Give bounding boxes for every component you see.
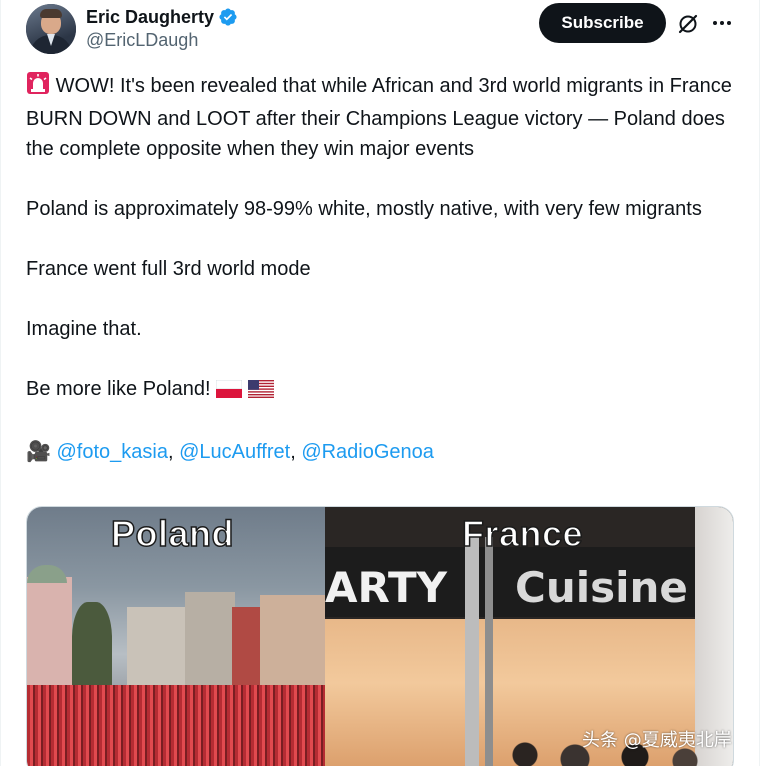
mention-link[interactable]: @foto_kasia — [56, 441, 167, 463]
video-camera-icon: 🎥 — [26, 441, 51, 463]
watermark: 头条 @夏威夷北岸 — [582, 730, 732, 751]
usa-flag-icon — [247, 377, 274, 407]
author-display-name[interactable]: Eric Daugherty — [86, 7, 214, 28]
author-handle[interactable]: @EricLDaugh — [86, 30, 198, 51]
more-icon[interactable] — [711, 12, 733, 34]
tweet-line-3: France went full 3rd world mode — [26, 258, 311, 280]
poland-flag-icon — [215, 377, 243, 407]
media-panel-poland: Poland — [27, 507, 325, 766]
subscribe-button[interactable]: Subscribe — [539, 3, 666, 43]
grok-icon[interactable] — [677, 13, 699, 35]
mention-link[interactable]: @RadioGenoa — [301, 441, 434, 463]
tweet-paragraph-5: Be more like Poland! — [26, 374, 741, 407]
tweet-line-5: Be more like Poland! — [26, 378, 211, 400]
mention-separator: , — [290, 441, 302, 463]
storefront-sign-left: ARTY — [325, 563, 448, 612]
verified-badge-icon — [218, 7, 238, 27]
mention-separator: , — [167, 441, 180, 463]
author-name-row[interactable]: Eric Daugherty — [86, 5, 238, 29]
tweet-text: WOW! It's been revealed that while Afric… — [26, 71, 741, 467]
tweet-paragraph-1: WOW! It's been revealed that while Afric… — [26, 71, 741, 164]
media-caption-france: France — [461, 512, 584, 555]
siren-icon — [26, 71, 50, 104]
tweet-credits: 🎥 @foto_kasia, @LucAuffret, @RadioGenoa — [26, 437, 741, 467]
media-caption-poland: Poland — [110, 512, 235, 555]
tweet-card: Eric Daugherty @EricLDaugh Subscribe WOW… — [0, 0, 760, 766]
tweet-line-2: Poland is approximately 98-99% white, mo… — [26, 198, 702, 220]
storefront-sign-right: Cuisine — [515, 563, 688, 612]
tweet-line-1: WOW! It's been revealed that while Afric… — [26, 75, 732, 160]
avatar[interactable] — [26, 4, 76, 54]
mention-link[interactable]: @LucAuffret — [179, 441, 290, 463]
tweet-line-4: Imagine that. — [26, 318, 142, 340]
